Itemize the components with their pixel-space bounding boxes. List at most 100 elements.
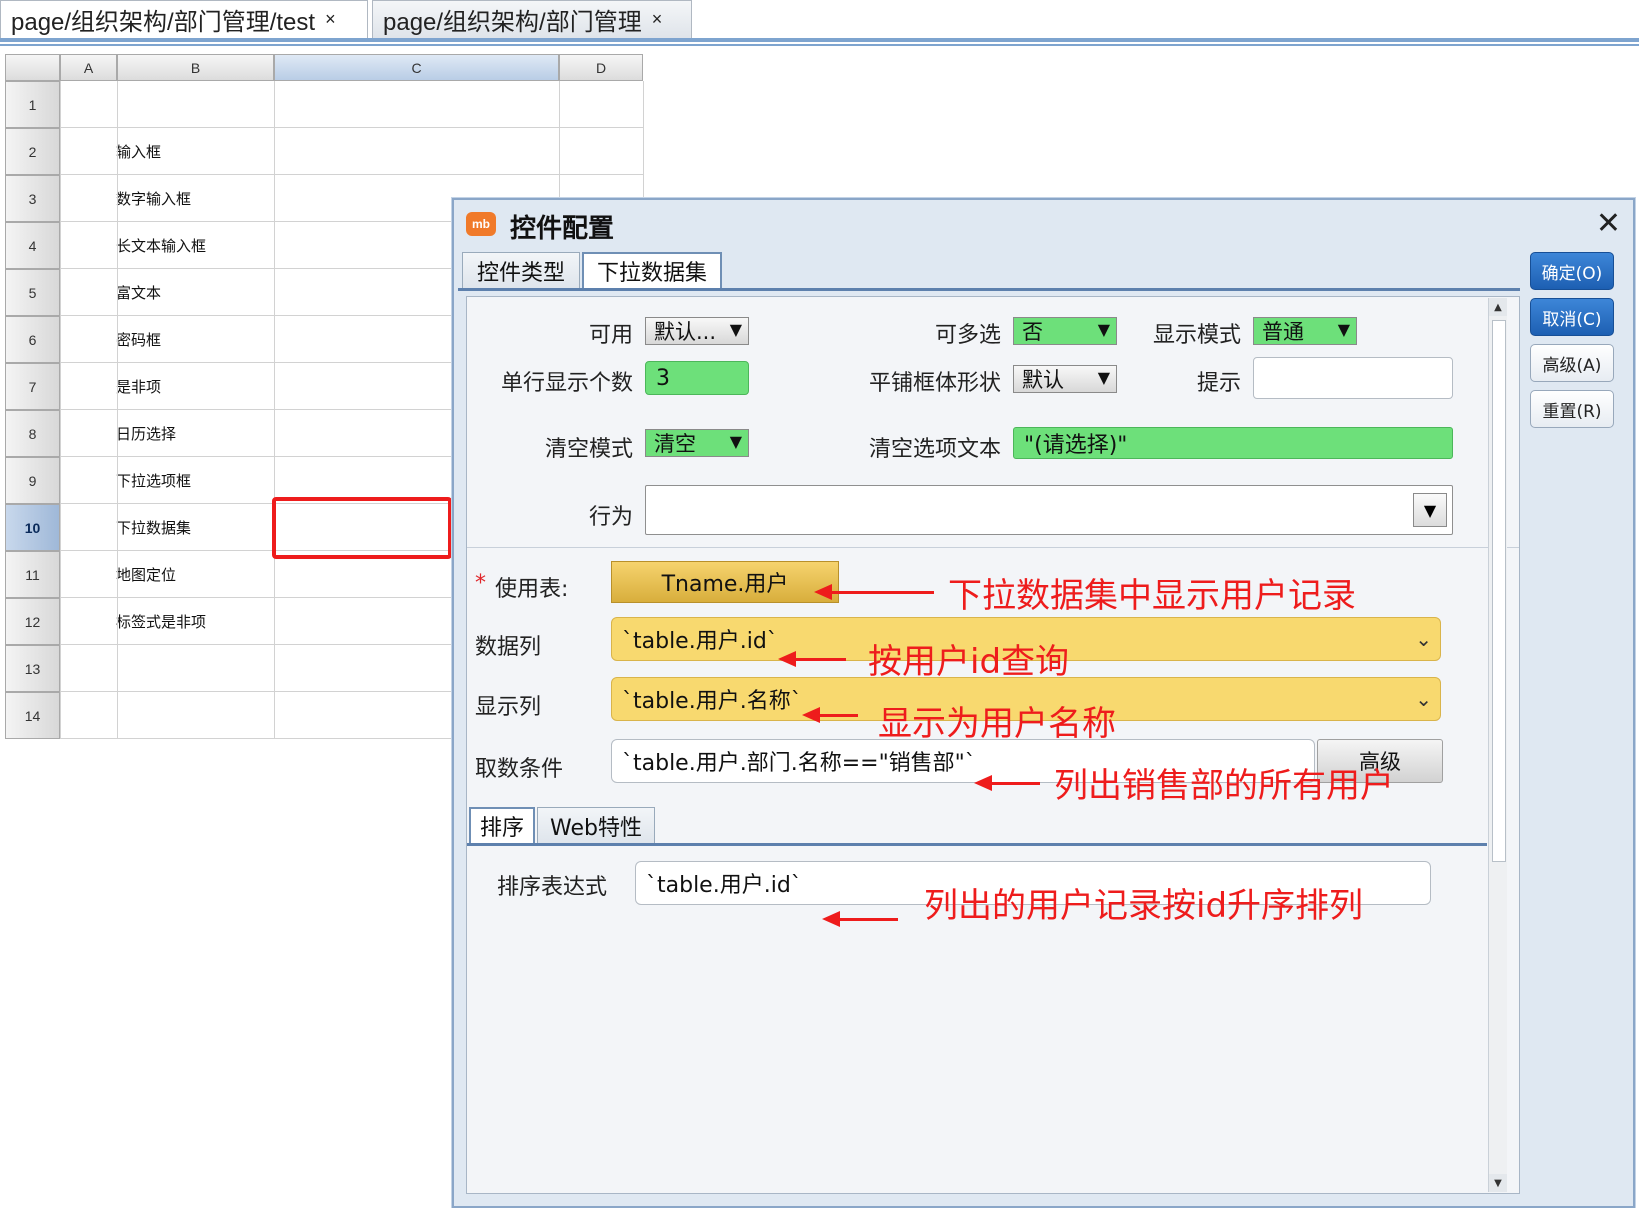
annotation-sort: 列出的用户记录按id升序排列 bbox=[924, 886, 1364, 926]
cell-b[interactable]: 标签式是非项 bbox=[116, 598, 206, 645]
behavior-dropdown-button[interactable]: ▼ bbox=[1413, 493, 1447, 527]
cell-b[interactable]: 地图定位 bbox=[116, 551, 176, 598]
required-mark: * bbox=[475, 571, 486, 596]
corner-header[interactable] bbox=[5, 54, 60, 81]
clear-mode-label: 清空模式 bbox=[544, 437, 633, 462]
table-select-button[interactable]: Tname.用户 bbox=[611, 561, 839, 603]
dataset-panel: 可用 默认... ▼ 可多选 否 ▼ 显示模式 普通 ▼ 单行显示个数 3 平铺框体形… bbox=[466, 296, 1520, 1194]
close-icon[interactable]: × bbox=[652, 9, 663, 30]
cancel-button[interactable]: 取消(C) bbox=[1530, 298, 1614, 336]
behavior-input[interactable] bbox=[645, 485, 1453, 535]
row-header[interactable]: 1 bbox=[5, 81, 60, 128]
column-header-a[interactable]: A bbox=[60, 54, 117, 81]
scroll-thumb[interactable] bbox=[1492, 320, 1506, 862]
dialog-title: 控件配置 bbox=[510, 214, 615, 244]
chevron-down-icon: ▼ bbox=[1423, 500, 1437, 520]
editor-tab-label: page/组织架构/部门管理/test bbox=[11, 9, 316, 36]
cell-b[interactable]: 下拉选项框 bbox=[116, 457, 191, 504]
chevron-down-icon: ▼ bbox=[1097, 368, 1110, 387]
chevron-down-icon: ▼ bbox=[729, 320, 742, 339]
multi-select-label: 可多选 bbox=[934, 323, 1001, 348]
display-mode-select[interactable]: 普通 ▼ bbox=[1253, 317, 1357, 345]
row-header[interactable]: 6 bbox=[5, 316, 60, 363]
dialog-titlebar[interactable]: mb 控件配置 ✕ bbox=[454, 200, 1633, 246]
hint-label: 提示 bbox=[1196, 371, 1241, 396]
close-icon[interactable]: × bbox=[325, 9, 336, 30]
tab-web-features[interactable]: Web特性 bbox=[537, 807, 655, 843]
scroll-down-icon[interactable]: ▼ bbox=[1489, 1174, 1507, 1192]
column-header-d[interactable]: D bbox=[559, 54, 643, 81]
clear-mode-select[interactable]: 清空 ▼ bbox=[645, 429, 749, 457]
row-header[interactable]: 10 bbox=[5, 504, 60, 551]
annotation-data-column: 按用户id查询 bbox=[868, 642, 1070, 682]
cell-b[interactable]: 长文本输入框 bbox=[116, 222, 206, 269]
tile-shape-select[interactable]: 默认 ▼ bbox=[1013, 365, 1117, 393]
tab-sort[interactable]: 排序 bbox=[469, 807, 535, 843]
app-logo-icon: mb bbox=[466, 212, 496, 236]
section-divider bbox=[467, 547, 1519, 548]
grid-line bbox=[274, 81, 275, 739]
row-header[interactable]: 3 bbox=[5, 175, 60, 222]
column-header-b[interactable]: B bbox=[117, 54, 274, 81]
per-row-input[interactable]: 3 bbox=[645, 361, 749, 395]
row-header[interactable]: 8 bbox=[5, 410, 60, 457]
condition-label: 取数条件 bbox=[475, 757, 564, 782]
clear-text-label: 清空选项文本 bbox=[868, 437, 1001, 462]
chevron-down-icon: ⌄ bbox=[1415, 627, 1432, 651]
arrow-icon bbox=[822, 911, 898, 927]
row-header[interactable]: 5 bbox=[5, 269, 60, 316]
annotation-condition: 列出销售部的所有用户 bbox=[1054, 766, 1394, 806]
tile-shape-value: 默认 bbox=[1022, 368, 1064, 392]
annotation-table: 下拉数据集中显示用户记录 bbox=[948, 576, 1356, 616]
clear-text-input[interactable]: "(请选择)" bbox=[1013, 427, 1453, 459]
row-header[interactable]: 13 bbox=[5, 645, 60, 692]
tab-dropdown-dataset[interactable]: 下拉数据集 bbox=[582, 252, 722, 288]
tab-strip-border bbox=[0, 44, 1639, 46]
display-mode-value: 普通 bbox=[1262, 320, 1304, 344]
enabled-label: 可用 bbox=[588, 323, 633, 348]
row-header[interactable]: 7 bbox=[5, 363, 60, 410]
arrow-icon bbox=[974, 775, 1040, 791]
cell-b[interactable]: 数字输入框 bbox=[116, 175, 191, 222]
chevron-down-icon: ▼ bbox=[1337, 320, 1350, 339]
chevron-down-icon: ▼ bbox=[1097, 320, 1110, 339]
column-header-c[interactable]: C bbox=[274, 54, 559, 81]
cell-b[interactable]: 下拉数据集 bbox=[116, 504, 191, 551]
cell-b[interactable]: 是非项 bbox=[116, 363, 161, 410]
tab-control-type[interactable]: 控件类型 bbox=[462, 252, 580, 288]
row-header[interactable]: 14 bbox=[5, 692, 60, 739]
multi-select-value: 否 bbox=[1022, 320, 1043, 344]
reset-button[interactable]: 重置(R) bbox=[1530, 390, 1614, 428]
chevron-down-icon: ⌄ bbox=[1415, 687, 1432, 711]
row-header[interactable]: 12 bbox=[5, 598, 60, 645]
tab-underline bbox=[458, 288, 1520, 291]
editor-tab-label: page/组织架构/部门管理 bbox=[383, 9, 642, 36]
ok-button[interactable]: 确定(O) bbox=[1530, 252, 1614, 290]
tab-strip-border bbox=[0, 38, 1639, 42]
close-icon[interactable]: ✕ bbox=[1596, 206, 1621, 241]
multi-select-select[interactable]: 否 ▼ bbox=[1013, 317, 1117, 345]
hint-input[interactable] bbox=[1253, 357, 1453, 399]
panel-scrollbar[interactable]: ▲ ▼ bbox=[1488, 298, 1507, 1192]
chevron-down-icon: ▼ bbox=[729, 432, 742, 451]
display-column-value: `table.用户.名称` bbox=[622, 689, 802, 714]
enabled-select[interactable]: 默认... ▼ bbox=[645, 317, 749, 345]
row-header[interactable]: 2 bbox=[5, 128, 60, 175]
editor-tab-test[interactable]: page/组织架构/部门管理/test × bbox=[0, 0, 368, 38]
cell-b[interactable]: 密码框 bbox=[116, 316, 161, 363]
arrow-icon bbox=[802, 707, 858, 723]
arrow-icon bbox=[814, 584, 934, 600]
data-column-label: 数据列 bbox=[475, 635, 542, 660]
cell-b[interactable]: 日历选择 bbox=[116, 410, 176, 457]
sort-expression-label: 排序表达式 bbox=[497, 875, 608, 900]
cell-b[interactable]: 输入框 bbox=[116, 128, 161, 175]
row-header[interactable]: 11 bbox=[5, 551, 60, 598]
cell-b[interactable]: 富文本 bbox=[116, 269, 161, 316]
row-header[interactable]: 4 bbox=[5, 222, 60, 269]
advanced-button[interactable]: 高级(A) bbox=[1530, 344, 1614, 382]
arrow-icon bbox=[778, 651, 846, 667]
selected-cell-c10[interactable] bbox=[272, 497, 452, 559]
scroll-up-icon[interactable]: ▲ bbox=[1489, 298, 1507, 316]
row-header[interactable]: 9 bbox=[5, 457, 60, 504]
editor-tab-dept[interactable]: page/组织架构/部门管理 × bbox=[372, 0, 692, 38]
